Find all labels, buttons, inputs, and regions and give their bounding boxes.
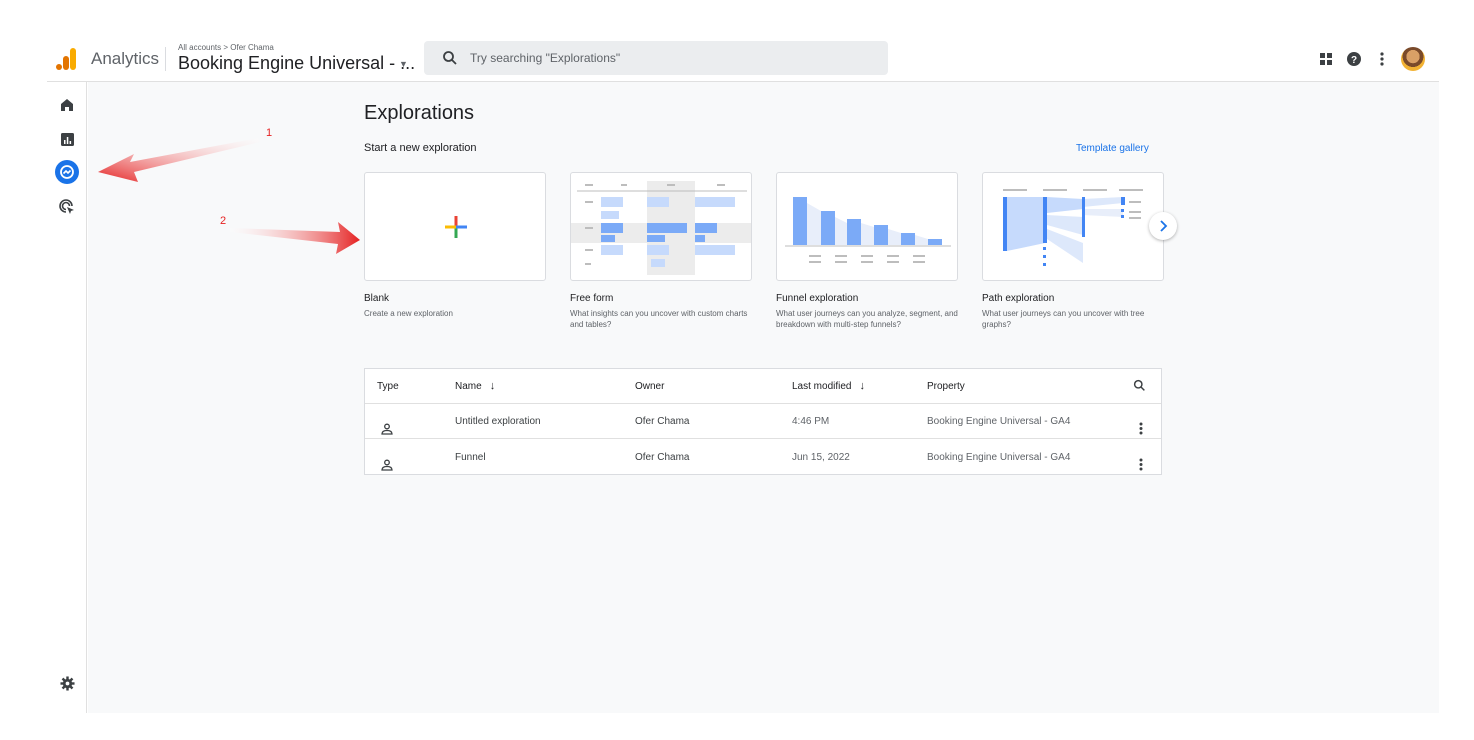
template-description: What user journeys can you uncover with … — [982, 309, 1145, 329]
more-vert-icon[interactable] — [1369, 46, 1395, 72]
more-vert-icon[interactable] — [1139, 451, 1143, 471]
search-bar[interactable] — [424, 41, 888, 75]
template-card-free-form[interactable] — [570, 172, 752, 281]
exploration-property: Booking Engine Universal - GA4 — [927, 452, 1071, 463]
template-card-funnel[interactable] — [776, 172, 958, 281]
left-nav-rail — [47, 82, 87, 713]
apps-grid-icon[interactable] — [1313, 46, 1339, 72]
breadcrumb[interactable]: All accounts > Ofer Chama — [178, 43, 274, 52]
column-header-last-modified[interactable]: Last modified ↓ — [792, 369, 865, 404]
funnel-illustration — [785, 197, 951, 263]
top-header: Analytics All accounts > Ofer Chama Book… — [47, 35, 1439, 82]
table-header-row: Type Name ↓ Owner Last modified ↓ Property — [365, 369, 1161, 404]
svg-text:?: ? — [1351, 55, 1357, 66]
column-header-owner: Owner — [635, 381, 665, 392]
template-card-path[interactable] — [982, 172, 1164, 281]
plus-icon — [445, 216, 467, 238]
avatar[interactable] — [1401, 47, 1425, 71]
nav-admin-gear-icon[interactable] — [55, 671, 79, 695]
template-description: Create a new exploration — [364, 309, 453, 318]
analytics-app: Analytics All accounts > Ofer Chama Book… — [47, 35, 1439, 713]
column-header-name[interactable]: Name ↓ — [455, 369, 495, 404]
nav-explore-icon[interactable] — [55, 160, 79, 184]
exploration-property: Booking Engine Universal - GA4 — [927, 416, 1071, 427]
template-title: Path exploration — [982, 293, 1055, 304]
exploration-owner: Ofer Chama — [635, 416, 690, 427]
header-actions: ? — [1311, 46, 1425, 72]
column-header-name-label: Name — [455, 381, 482, 392]
nav-reports-icon[interactable] — [55, 127, 79, 151]
sort-arrow-down-icon[interactable]: ↓ — [490, 380, 496, 392]
template-title: Funnel exploration — [776, 293, 859, 304]
template-description: What user journeys can you analyze, segm… — [776, 309, 958, 329]
chevron-right-icon — [1160, 220, 1168, 232]
nav-advertising-icon[interactable] — [55, 195, 79, 219]
page-title: Explorations — [364, 102, 475, 124]
analytics-logo-icon[interactable] — [56, 48, 76, 70]
person-icon — [381, 415, 393, 435]
main-content: Explorations Start a new exploration Tem… — [88, 82, 1439, 713]
search-icon — [443, 51, 457, 65]
person-icon — [381, 451, 393, 471]
column-header-type: Type — [377, 381, 399, 392]
help-icon[interactable]: ? — [1341, 46, 1367, 72]
property-selector[interactable]: Booking Engine Universal - ... — [178, 53, 415, 74]
template-description: What insights can you uncover with custo… — [570, 309, 748, 329]
table-row[interactable]: Untitled exploration Ofer Chama 4:46 PM … — [365, 404, 1161, 439]
explorations-table: Type Name ↓ Owner Last modified ↓ Property… — [364, 368, 1162, 475]
template-card-blank[interactable] — [364, 172, 546, 281]
more-vert-icon[interactable] — [1139, 415, 1143, 435]
exploration-name[interactable]: Funnel — [455, 440, 486, 475]
path-illustration — [1003, 189, 1143, 266]
template-gallery-link[interactable]: Template gallery — [1076, 143, 1149, 154]
template-title: Blank — [364, 293, 390, 304]
search-input[interactable] — [470, 41, 870, 75]
exploration-name[interactable]: Untitled exploration — [455, 404, 541, 439]
section-label: Start a new exploration — [364, 142, 477, 154]
table-row[interactable]: Funnel Ofer Chama Jun 15, 2022 Booking E… — [365, 440, 1161, 475]
header-divider — [165, 47, 166, 71]
column-header-last-modified-label: Last modified — [792, 381, 852, 392]
free-form-illustration — [571, 181, 751, 275]
carousel-next-button[interactable] — [1149, 212, 1177, 240]
exploration-modified: Jun 15, 2022 — [792, 452, 850, 463]
sort-arrow-down-icon[interactable]: ↓ — [859, 380, 865, 392]
exploration-owner: Ofer Chama — [635, 452, 690, 463]
app-name: Analytics — [91, 49, 160, 68]
caret-down-icon[interactable]: ▼ — [399, 59, 408, 69]
exploration-modified: 4:46 PM — [792, 416, 830, 427]
column-header-property: Property — [927, 381, 965, 392]
nav-home-icon[interactable] — [55, 93, 79, 117]
template-title: Free form — [570, 293, 614, 304]
table-search-icon[interactable] — [1133, 379, 1146, 393]
